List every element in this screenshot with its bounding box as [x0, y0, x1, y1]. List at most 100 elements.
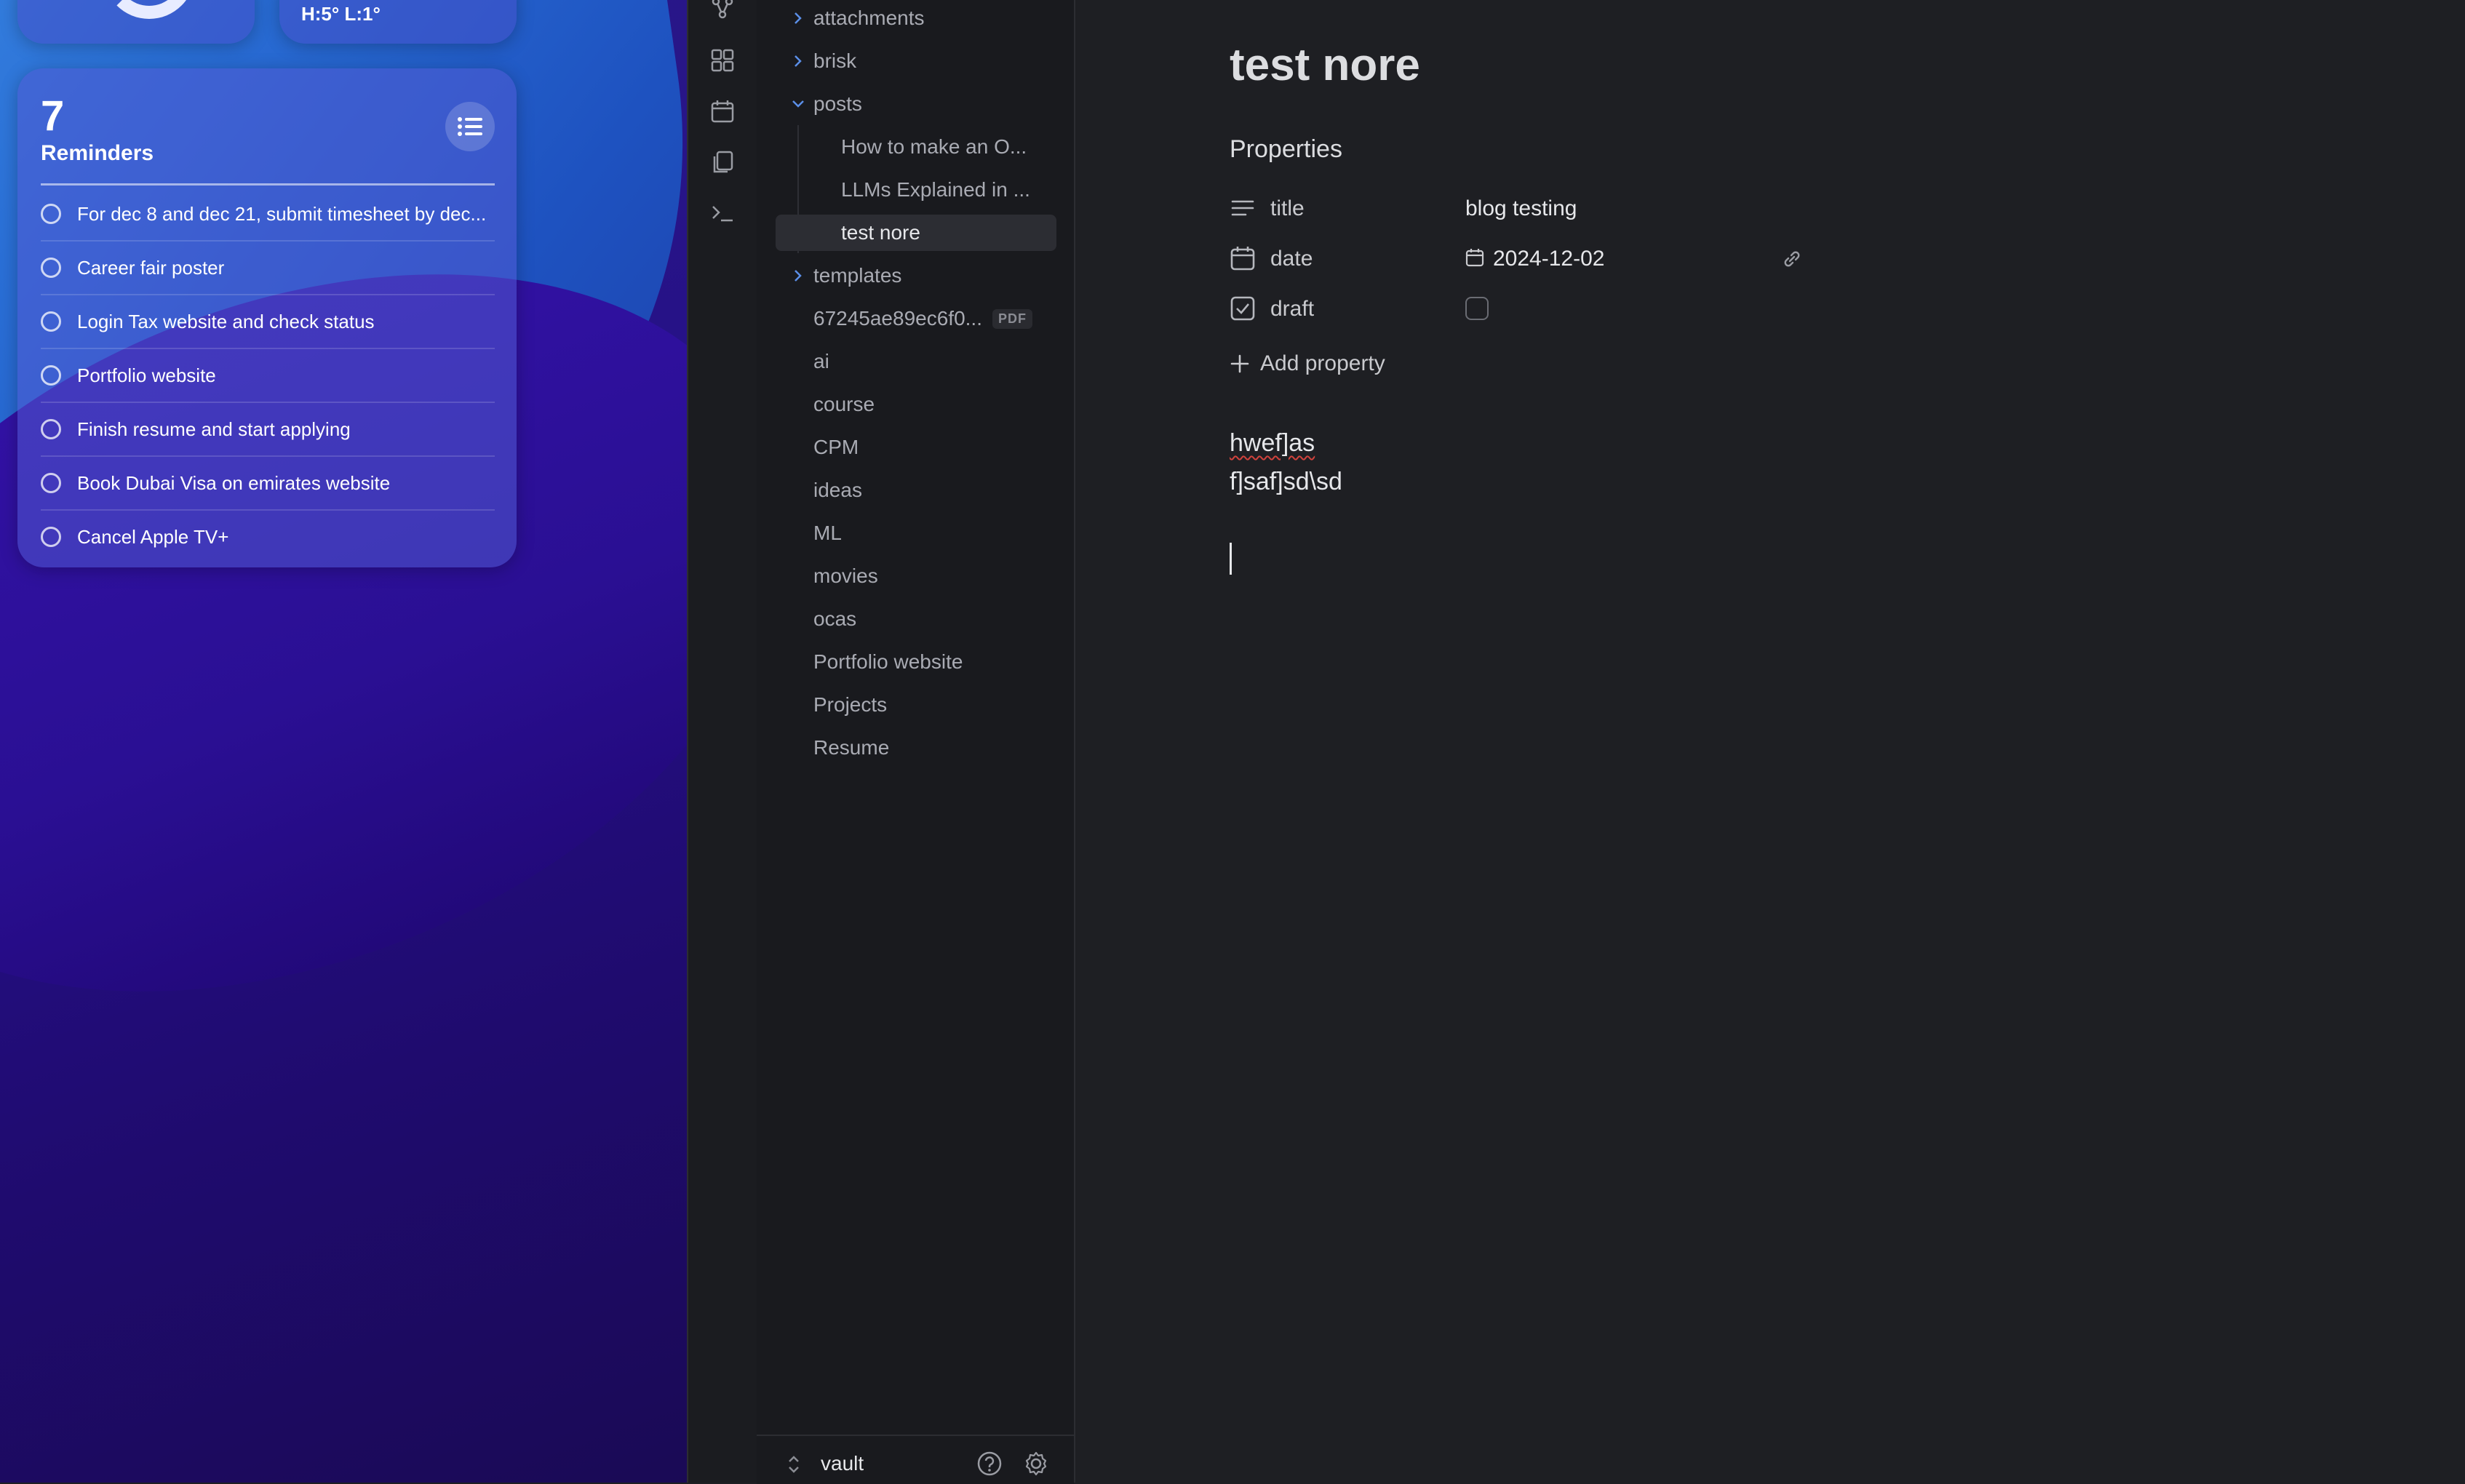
file-resume[interactable]: Resume — [813, 730, 889, 766]
file-label: test nore — [841, 221, 920, 244]
file-label: Portfolio website — [813, 650, 963, 673]
reminder-text: Finish resume and start applying — [77, 418, 351, 440]
property-row-title[interactable]: title blog testing — [1230, 188, 1884, 228]
canvas-icon[interactable] — [709, 47, 736, 74]
folder-templates[interactable]: templates — [795, 258, 902, 294]
text-lines-icon — [1231, 200, 1254, 216]
reminder-item[interactable]: For dec 8 and dec 21, submit timesheet b… — [41, 188, 495, 242]
help-icon[interactable] — [976, 1451, 1003, 1477]
file-how-to-make[interactable]: How to make an O... — [841, 129, 1052, 165]
reminder-checkbox[interactable] — [41, 419, 61, 439]
folder-posts[interactable]: posts — [792, 86, 862, 122]
reminder-checkbox[interactable] — [41, 527, 61, 547]
note-editor[interactable]: test nore Properties title blog testing … — [1075, 0, 2465, 1483]
file-course[interactable]: course — [813, 386, 875, 423]
file-label: ML — [813, 522, 842, 544]
updown-chevron-icon[interactable] — [786, 1453, 802, 1475]
text-cursor — [1230, 543, 1232, 575]
body-line-1[interactable]: hwef]as — [1230, 429, 1315, 458]
file-pdf[interactable]: 67245ae89ec6f0... PDF — [813, 300, 1032, 337]
property-row-draft[interactable]: draft — [1230, 288, 1884, 329]
file-label: Projects — [813, 693, 888, 716]
properties-heading[interactable]: Properties — [1230, 135, 1342, 164]
weather-glyph — [103, 0, 195, 19]
reminder-item[interactable]: Cancel Apple TV+ — [41, 511, 495, 563]
reminders-divider — [41, 183, 495, 186]
file-cpm[interactable]: CPM — [813, 429, 859, 466]
add-property-button[interactable]: Add property — [1230, 345, 1385, 383]
property-row-date[interactable]: date 2024-12-02 — [1230, 238, 1884, 279]
reminder-text: Login Tax website and check status — [77, 310, 375, 332]
file-label: ai — [813, 350, 829, 372]
property-key: title — [1270, 196, 1305, 220]
file-portfolio[interactable]: Portfolio website — [813, 644, 963, 680]
checkbox-icon — [1230, 296, 1255, 321]
graph-icon[interactable] — [709, 0, 736, 22]
file-explorer: attachments brisk posts How to make an O… — [757, 0, 1075, 1483]
reminders-widget[interactable]: 7 Reminders For dec 8 and dec 21, submit… — [17, 68, 517, 567]
vault-switcher-bar: vault — [757, 1435, 1074, 1484]
property-value-date[interactable]: 2024-12-02 — [1493, 247, 1604, 271]
file-label: Resume — [813, 736, 890, 759]
folder-brisk[interactable]: brisk — [795, 43, 857, 79]
file-label: How to make an O... — [841, 135, 1027, 158]
calendar-icon — [1230, 247, 1255, 271]
reminder-text: Portfolio website — [77, 364, 216, 386]
chevron-down-icon — [792, 100, 804, 108]
terminal-icon[interactable] — [709, 199, 736, 227]
weather-widget-right[interactable]: H:5° L:1° — [279, 0, 517, 44]
file-llms-explained[interactable]: LLMs Explained in ... — [841, 172, 1052, 208]
folder-label: templates — [813, 264, 902, 287]
file-ocas[interactable]: ocas — [813, 601, 856, 637]
property-value-title[interactable]: blog testing — [1465, 196, 1577, 221]
chevron-right-icon — [795, 12, 802, 24]
reminder-item[interactable]: Portfolio website — [41, 349, 495, 403]
reminder-checkbox[interactable] — [41, 311, 61, 332]
reminder-checkbox[interactable] — [41, 473, 61, 493]
reminder-checkbox[interactable] — [41, 204, 61, 224]
ribbon — [687, 0, 758, 1483]
reminder-item[interactable]: Book Dubai Visa on emirates website — [41, 457, 495, 511]
reminder-checkbox[interactable] — [41, 258, 61, 278]
file-test-nore[interactable]: test nore — [776, 215, 1056, 251]
folder-label: brisk — [813, 49, 857, 72]
file-movies[interactable]: movies — [813, 558, 878, 594]
list-icon[interactable] — [445, 102, 495, 151]
reminder-text: Book Dubai Visa on emirates website — [77, 471, 391, 494]
file-projects[interactable]: Projects — [813, 687, 887, 723]
file-label: LLMs Explained in ... — [841, 178, 1030, 201]
plus-icon — [1230, 354, 1249, 373]
reminder-item[interactable]: Career fair poster — [41, 242, 495, 295]
weather-widget-left[interactable] — [17, 0, 255, 44]
link-icon[interactable] — [1781, 248, 1803, 270]
folder-label: posts — [813, 92, 862, 115]
reminder-item[interactable]: Login Tax website and check status — [41, 295, 495, 349]
file-ml[interactable]: ML — [813, 515, 842, 551]
gear-icon[interactable] — [1023, 1451, 1049, 1477]
draft-checkbox[interactable] — [1465, 297, 1489, 320]
copy-icon[interactable] — [709, 148, 736, 176]
note-title[interactable]: test nore — [1230, 39, 1420, 91]
folder-label: attachments — [813, 7, 925, 29]
file-label: 67245ae89ec6f0... — [813, 307, 982, 330]
file-label: ideas — [813, 479, 862, 501]
chevron-right-icon — [795, 55, 802, 67]
pdf-badge: PDF — [992, 308, 1032, 329]
reminder-text: Cancel Apple TV+ — [77, 525, 229, 548]
reminder-item[interactable]: Finish resume and start applying — [41, 403, 495, 457]
file-label: course — [813, 393, 875, 415]
file-ai[interactable]: ai — [813, 343, 829, 380]
reminder-text: For dec 8 and dec 21, submit timesheet b… — [77, 202, 487, 225]
vault-name[interactable]: vault — [821, 1452, 864, 1475]
calendar-icon[interactable] — [709, 97, 736, 125]
folder-attachments[interactable]: attachments — [795, 0, 925, 36]
date-picker-icon[interactable] — [1465, 248, 1484, 267]
file-ideas[interactable]: ideas — [813, 472, 862, 508]
file-label: ocas — [813, 607, 857, 630]
body-line-2[interactable]: f]saf]sd\sd — [1230, 468, 1342, 496]
file-label: CPM — [813, 436, 859, 458]
reminders-title: Reminders — [41, 141, 154, 165]
weather-high-low: H:5° L:1° — [301, 3, 381, 25]
reminder-checkbox[interactable] — [41, 365, 61, 386]
reminder-text: Career fair poster — [77, 256, 225, 279]
